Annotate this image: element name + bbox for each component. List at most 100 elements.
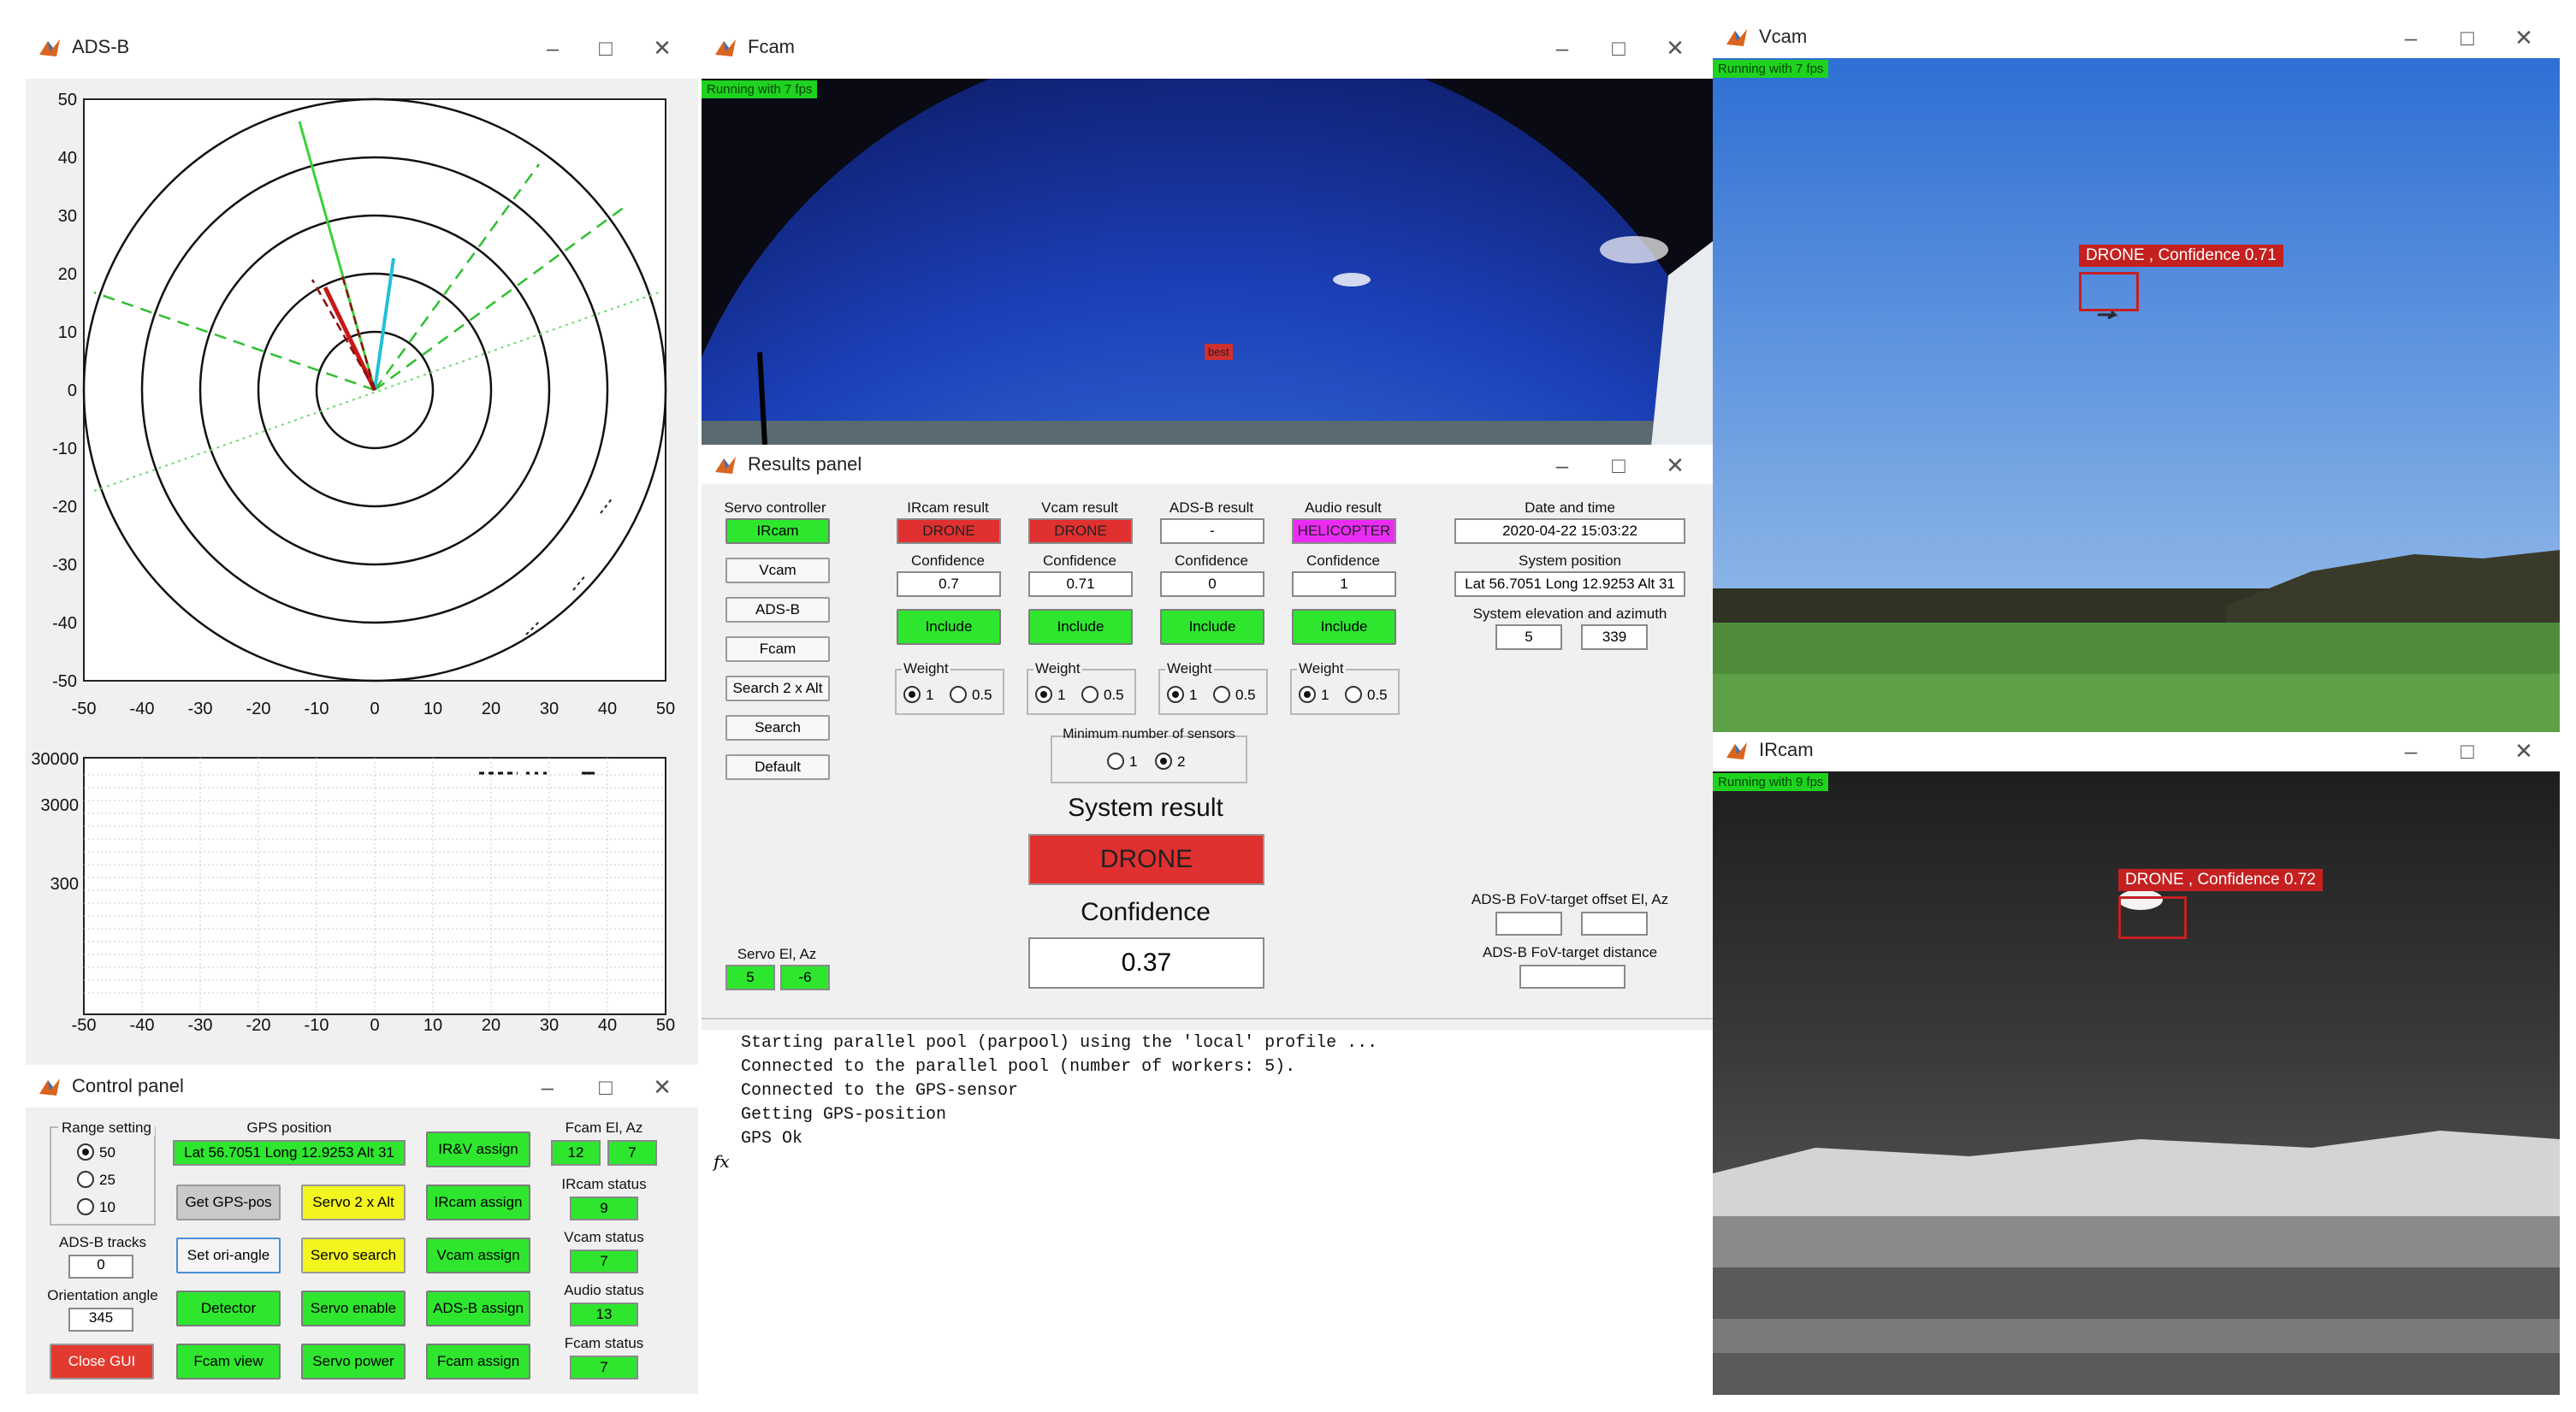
- x-tick: 20: [481, 1016, 501, 1035]
- close-icon[interactable]: ✕: [2507, 21, 2541, 55]
- range-option-25[interactable]: 25: [77, 1171, 115, 1189]
- minimize-icon[interactable]: –: [1545, 448, 1579, 482]
- x-tick: 50: [655, 1016, 676, 1035]
- maximize-icon[interactable]: □: [2450, 734, 2484, 768]
- vcam-assign-button[interactable]: Vcam assign: [426, 1238, 530, 1273]
- ircam-confidence-label: Confidence: [910, 552, 985, 569]
- adsb-result-field: -: [1160, 518, 1264, 544]
- close-icon[interactable]: ✕: [645, 31, 679, 65]
- adsb-confidence-label: Confidence: [1174, 552, 1248, 569]
- vcam-window: Vcam – □ ✕ Running with 7 fps DRONE , Co…: [1713, 17, 2560, 732]
- min-sensors-2[interactable]: 2: [1155, 753, 1185, 771]
- set-ori-angle-button[interactable]: Set ori-angle: [176, 1238, 281, 1273]
- servo-enable-button[interactable]: Servo enable: [301, 1291, 406, 1326]
- command-window[interactable]: Starting parallel pool (parpool) using t…: [702, 1018, 1713, 1396]
- vcam-detection-box: [2079, 272, 2139, 311]
- x-tick: -40: [129, 700, 155, 718]
- ircam-assign-button[interactable]: IRcam assign: [426, 1185, 530, 1220]
- range-setting-label: Range setting: [58, 1120, 155, 1137]
- servo-2x-alt-button[interactable]: Servo 2 x Alt: [301, 1185, 406, 1220]
- ircam-weight-label: Weight: [902, 660, 950, 677]
- adsb-assign-button[interactable]: ADS-B assign: [426, 1291, 530, 1326]
- polar-plot[interactable]: 50 40 30 20 10 0 -10 -20 -30 -40 -50: [26, 79, 698, 694]
- ircam-confidence-field: 0.7: [897, 571, 1001, 597]
- close-icon[interactable]: ✕: [645, 1070, 679, 1104]
- close-icon[interactable]: ✕: [1658, 31, 1692, 65]
- detector-button[interactable]: Detector: [176, 1291, 281, 1326]
- irv-assign-button[interactable]: IR&V assign: [426, 1131, 530, 1167]
- adsb-weight-0.5[interactable]: 0.5: [1213, 686, 1256, 704]
- get-gps-button[interactable]: Get GPS-pos: [176, 1185, 281, 1220]
- min-sensors-1[interactable]: 1: [1107, 753, 1137, 771]
- ircam-result-label: IRcam result: [907, 499, 989, 516]
- servo-default-button[interactable]: Default: [725, 754, 830, 780]
- system-confidence-field: 0.37: [1028, 937, 1264, 989]
- vcam-weight-1[interactable]: 1: [1035, 686, 1065, 704]
- maximize-icon[interactable]: □: [589, 31, 623, 65]
- adsb-weight-label: Weight: [1165, 660, 1214, 677]
- close-icon[interactable]: ✕: [1658, 448, 1692, 482]
- ircam-status-label: IRcam status: [561, 1176, 647, 1192]
- x-tick: -30: [187, 700, 213, 718]
- fov-offset-az-field: [1581, 912, 1648, 936]
- servo-search-button[interactable]: Servo search: [301, 1238, 406, 1273]
- servo-vcam-button[interactable]: Vcam: [725, 558, 830, 583]
- adsb-weight-1[interactable]: 1: [1167, 686, 1197, 704]
- servo-power-button[interactable]: Servo power: [301, 1344, 406, 1380]
- x-tick: 40: [597, 1016, 618, 1035]
- maximize-icon[interactable]: □: [1602, 448, 1636, 482]
- servo-search-button[interactable]: Search: [725, 715, 830, 741]
- minimize-icon[interactable]: –: [2394, 21, 2428, 55]
- min-sensors-label: Minimum number of sensors: [1063, 727, 1235, 741]
- adsb-tracks-field[interactable]: 0: [68, 1255, 133, 1279]
- audio-weight-1[interactable]: 1: [1299, 686, 1329, 704]
- fcam-view-button[interactable]: Fcam view: [176, 1344, 281, 1380]
- ircam-include-button[interactable]: Include: [897, 609, 1001, 645]
- audio-weight-0.5[interactable]: 0.5: [1345, 686, 1388, 704]
- orientation-label: Orientation angle: [47, 1287, 158, 1303]
- matlab-icon: [39, 1078, 60, 1096]
- x-tick: 50: [655, 700, 676, 718]
- close-gui-button[interactable]: Close GUI: [50, 1344, 154, 1380]
- maximize-icon[interactable]: □: [1602, 31, 1636, 65]
- control-titlebar: Control panel – □ ✕: [26, 1065, 698, 1108]
- servo-ircam-button[interactable]: IRcam: [725, 518, 830, 544]
- close-icon[interactable]: ✕: [2507, 734, 2541, 768]
- range-option-50[interactable]: 50: [77, 1143, 115, 1161]
- ircam-result-field: DRONE: [897, 518, 1001, 544]
- minimize-icon[interactable]: –: [2394, 734, 2428, 768]
- ircam-status-field: 9: [570, 1196, 638, 1220]
- y-tick: 40: [58, 149, 77, 168]
- servo-fcam-button[interactable]: Fcam: [725, 636, 830, 662]
- maximize-icon[interactable]: □: [2450, 21, 2484, 55]
- vcam-include-button[interactable]: Include: [1028, 609, 1133, 645]
- minimize-icon[interactable]: –: [1545, 31, 1579, 65]
- alt-y-tick: 30000: [31, 750, 79, 769]
- range-option-10[interactable]: 10: [77, 1198, 115, 1216]
- maximize-icon[interactable]: □: [589, 1070, 623, 1104]
- orientation-field[interactable]: 345: [68, 1308, 133, 1332]
- matlab-icon: [715, 457, 736, 474]
- servo-adsb-button[interactable]: ADS-B: [725, 597, 830, 623]
- ircam-weight-1[interactable]: 1: [903, 686, 933, 704]
- altitude-plot[interactable]: 30000 3000 300: [26, 749, 698, 1031]
- fcam-assign-button[interactable]: Fcam assign: [426, 1344, 530, 1380]
- ircam-weight-0.5[interactable]: 0.5: [950, 686, 992, 704]
- system-result-field: DRONE: [1028, 834, 1264, 885]
- minimize-icon[interactable]: –: [536, 31, 570, 65]
- control-panel-window: Control panel – □ ✕ Range setting 50 25 …: [26, 1065, 698, 1394]
- adsb-include-button[interactable]: Include: [1160, 609, 1264, 645]
- vcam-result-field: DRONE: [1028, 518, 1133, 544]
- vcam-weight-0.5[interactable]: 0.5: [1081, 686, 1124, 704]
- fcam-az-field: 7: [607, 1140, 657, 1166]
- audio-include-button[interactable]: Include: [1292, 609, 1396, 645]
- gps-position-field: Lat 56.7051 Long 12.9253 Alt 31: [173, 1140, 406, 1166]
- minimize-icon[interactable]: –: [530, 1070, 565, 1104]
- system-azimuth-field: 339: [1581, 624, 1648, 650]
- audio-status-label: Audio status: [564, 1282, 644, 1298]
- fov-distance-field: [1519, 965, 1626, 989]
- y-tick: -40: [52, 614, 77, 633]
- window-title: Results panel: [748, 453, 862, 475]
- fov-offset-el-field: [1495, 912, 1562, 936]
- servo-search-2x-alt-button[interactable]: Search 2 x Alt: [725, 676, 830, 701]
